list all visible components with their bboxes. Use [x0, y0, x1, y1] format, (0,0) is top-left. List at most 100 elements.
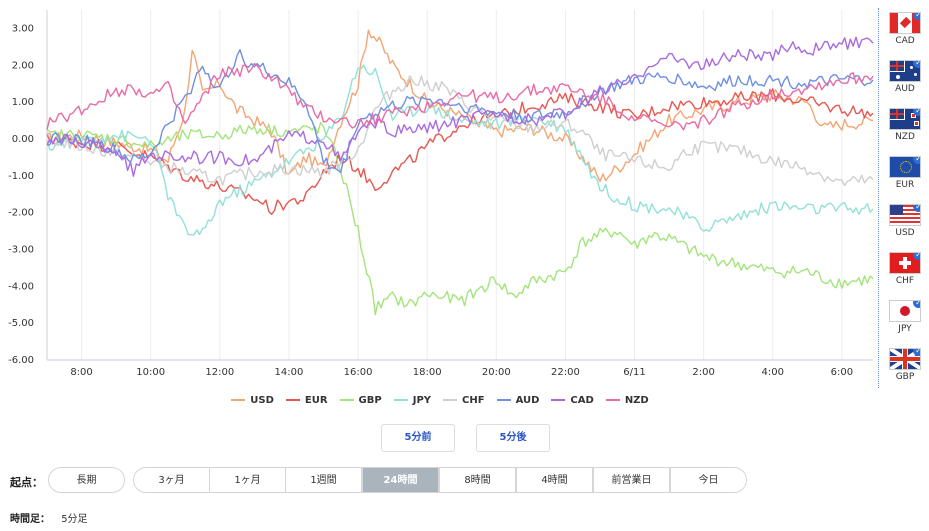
legend-swatch: [393, 399, 408, 401]
legend-item-usd[interactable]: USD: [231, 395, 274, 406]
legend-item-eur[interactable]: EUR: [285, 395, 328, 406]
chf-flag-icon: ✓: [889, 252, 921, 274]
x-tick-label: 12:00: [205, 367, 234, 378]
currency-flag-panel: ✓ CAD ✓ AUD ✓ NZD ✓ EUR: [878, 8, 925, 388]
range-4h-button[interactable]: 4時間: [516, 467, 593, 493]
x-tick-label: 10:00: [136, 367, 165, 378]
range-3m-button[interactable]: 3ヶ月: [133, 467, 210, 493]
chart-tick-labels: 8:00 10:00 12:00 14:00 16:00 18:00 20:00 22:00 6…: [8, 23, 853, 378]
line-chart: 8:00 10:00 12:00 14:00 16:00 18:00 20:00 22:00 6…: [8, 10, 874, 378]
interval-value: 5分足: [61, 514, 88, 525]
gbp-flag-icon: ✓: [889, 348, 921, 370]
interval-info: 時間足： 5分足: [10, 510, 88, 525]
x-tick-label: 20:00: [482, 367, 511, 378]
legend-swatch: [285, 399, 300, 401]
legend-label: NZD: [624, 395, 649, 406]
range-selector: 起点： 長期 3ヶ月 1ヶ月 1週間 24時間 8時間 4時間 前営業日 今日: [10, 467, 910, 495]
check-icon: ✓: [913, 301, 920, 308]
chart-axes: [46, 10, 873, 361]
legend-swatch: [551, 399, 566, 401]
flag-toggle-jpy[interactable]: ✓ JPY: [885, 300, 925, 334]
series-line-cad: [46, 36, 874, 177]
x-tick-label: 2:00: [692, 367, 714, 378]
check-icon: ✓: [913, 61, 920, 68]
legend-item-gbp[interactable]: GBP: [339, 395, 382, 406]
range-24h-button[interactable]: 24時間: [362, 467, 439, 493]
legend-item-cad[interactable]: CAD: [551, 395, 594, 406]
legend-label: AUD: [515, 395, 540, 406]
legend-item-chf[interactable]: CHF: [443, 395, 485, 406]
interval-label: 時間足：: [10, 514, 50, 525]
flag-toggle-nzd[interactable]: ✓ NZD: [885, 108, 925, 142]
legend-label: CHF: [462, 395, 485, 406]
y-tick-label: -4.00: [8, 281, 34, 292]
range-prev-business-day-button[interactable]: 前営業日: [593, 467, 670, 493]
legend-label: USD: [250, 395, 274, 406]
y-tick-label: -5.00: [8, 318, 34, 329]
check-icon: ✓: [913, 109, 920, 116]
legend-swatch: [605, 399, 620, 401]
flag-code: CHF: [895, 276, 915, 286]
legend-label: EUR: [304, 395, 328, 406]
check-icon: ✓: [913, 205, 920, 212]
check-icon: ✓: [913, 13, 920, 20]
range-today-button[interactable]: 今日: [670, 467, 747, 493]
y-tick-label: -3.00: [8, 244, 34, 255]
flag-toggle-chf[interactable]: ✓ CHF: [885, 252, 925, 286]
x-tick-label: 14:00: [275, 367, 304, 378]
flag-toggle-eur[interactable]: ✓ EUR: [885, 156, 925, 190]
y-tick-label: 2.00: [12, 60, 34, 71]
y-tick-label: 3.00: [12, 23, 34, 34]
jpy-flag-icon: ✓: [889, 300, 921, 322]
range-long-button[interactable]: 長期: [48, 467, 125, 493]
check-icon: ✓: [913, 157, 920, 164]
flag-code: EUR: [895, 180, 915, 190]
flag-toggle-usd[interactable]: ✓ USD: [885, 204, 925, 238]
next-5min-button[interactable]: 5分後: [476, 424, 550, 452]
y-tick-label: 1.00: [12, 97, 34, 108]
x-tick-label: 18:00: [413, 367, 442, 378]
legend-item-nzd[interactable]: NZD: [605, 395, 649, 406]
flag-toggle-aud[interactable]: ✓ AUD: [885, 60, 925, 94]
chart-legend: USD EUR GBP JPY CHF AUD CAD NZD: [0, 395, 880, 406]
y-tick-label: -2.00: [8, 208, 34, 219]
check-icon: ✓: [913, 253, 920, 260]
y-tick-label: 0.00: [12, 134, 34, 145]
x-tick-label: 16:00: [344, 367, 373, 378]
flag-toggle-cad[interactable]: ✓ CAD: [885, 12, 925, 46]
flag-code: NZD: [895, 132, 915, 142]
flag-code: AUD: [895, 84, 915, 94]
legend-item-aud[interactable]: AUD: [496, 395, 540, 406]
y-tick-label: -1.00: [8, 171, 34, 182]
x-tick-label: 6/11: [623, 367, 645, 378]
prev-5min-button[interactable]: 5分前: [381, 424, 455, 452]
flag-toggle-gbp[interactable]: ✓ GBP: [885, 348, 925, 382]
cad-flag-icon: ✓: [889, 12, 921, 34]
legend-swatch: [339, 399, 354, 401]
flag-code: CAD: [895, 36, 915, 46]
usd-flag-icon: ✓: [889, 204, 921, 226]
legend-label: CAD: [570, 395, 594, 406]
flag-code: JPY: [898, 324, 912, 334]
flag-code: GBP: [895, 372, 915, 382]
nzd-flag-icon: ✓: [889, 108, 921, 130]
x-tick-label: 8:00: [70, 367, 92, 378]
range-1m-button[interactable]: 1ヶ月: [209, 467, 286, 493]
legend-label: GBP: [358, 395, 382, 406]
legend-label: JPY: [412, 395, 432, 406]
range-8h-button[interactable]: 8時間: [439, 467, 516, 493]
x-tick-label: 4:00: [762, 367, 784, 378]
range-1w-button[interactable]: 1週間: [285, 467, 362, 493]
y-tick-label: -6.00: [8, 355, 34, 366]
legend-swatch: [496, 399, 511, 401]
x-tick-label: 6:00: [831, 367, 853, 378]
legend-item-jpy[interactable]: JPY: [393, 395, 432, 406]
chart-series: [46, 29, 874, 316]
flag-code: USD: [895, 228, 915, 238]
series-line-chf: [46, 75, 874, 187]
eur-flag-icon: ✓: [889, 156, 921, 178]
legend-swatch: [443, 399, 458, 401]
legend-swatch: [231, 399, 246, 401]
check-icon: ✓: [913, 349, 920, 356]
aud-flag-icon: ✓: [889, 60, 921, 82]
